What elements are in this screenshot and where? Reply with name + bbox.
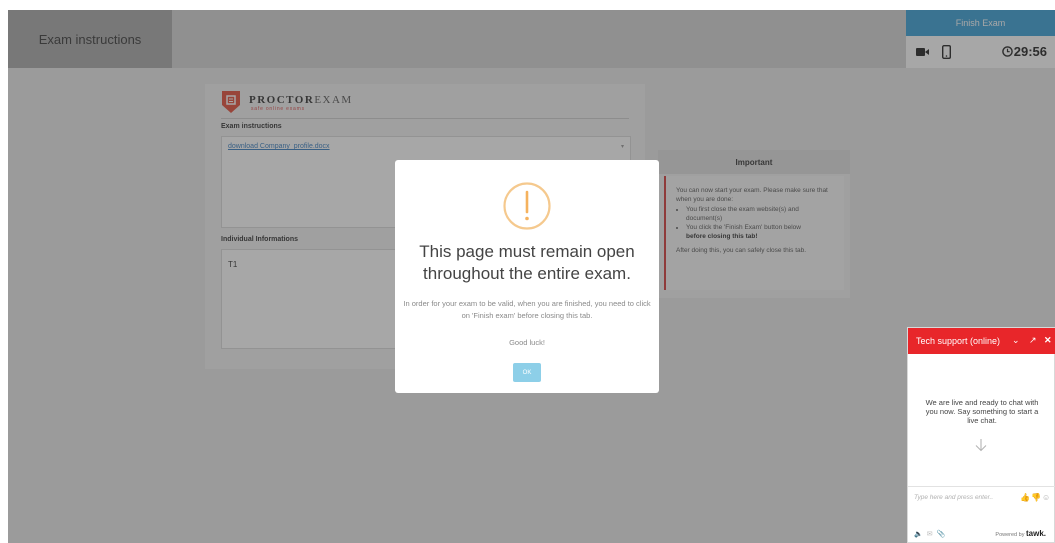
modal-message: In order for your exam to be valid, when… [403,299,651,320]
modal-title: This page must remain open throughout th… [419,242,635,283]
minimize-icon[interactable]: ⌄ [1012,335,1020,346]
ok-button[interactable]: OK [513,363,541,382]
email-icon[interactable]: ✉ [927,530,933,538]
powered-by-prefix: Powered by [995,532,1025,538]
powered-by-tawk[interactable]: Powered by tawk. [995,529,1046,538]
popout-icon[interactable]: ↗ [1029,335,1037,346]
chat-header[interactable]: Tech support (online) ⌄ ↗ ✕ [908,328,1055,354]
warning-icon [503,182,551,230]
modal-good-luck: Good luck! [509,338,545,347]
tech-support-chat-widget: Tech support (online) ⌄ ↗ ✕ We are live … [907,327,1055,543]
arrow-down-icon [975,439,987,452]
chat-divider [908,486,1055,487]
chat-message-input[interactable] [914,494,1014,501]
thumbs-down-icon[interactable]: 👎 [1031,493,1041,502]
thumbs-up-icon[interactable]: 👍 [1020,493,1030,502]
attachment-icon[interactable]: 📎 [937,530,946,538]
sound-icon[interactable]: 🔈 [914,530,923,538]
warning-modal: This page must remain open throughout th… [395,160,659,393]
chat-welcome-message: We are live and ready to chat with you n… [925,398,1039,425]
smiley-icon[interactable]: ☺ [1042,493,1050,502]
close-icon[interactable]: ✕ [1044,335,1052,346]
tawk-brand: tawk. [1025,529,1046,538]
chat-title: Tech support (online) [916,336,1001,346]
chat-toolbar: 🔈 ✉ 📎 [914,530,945,538]
